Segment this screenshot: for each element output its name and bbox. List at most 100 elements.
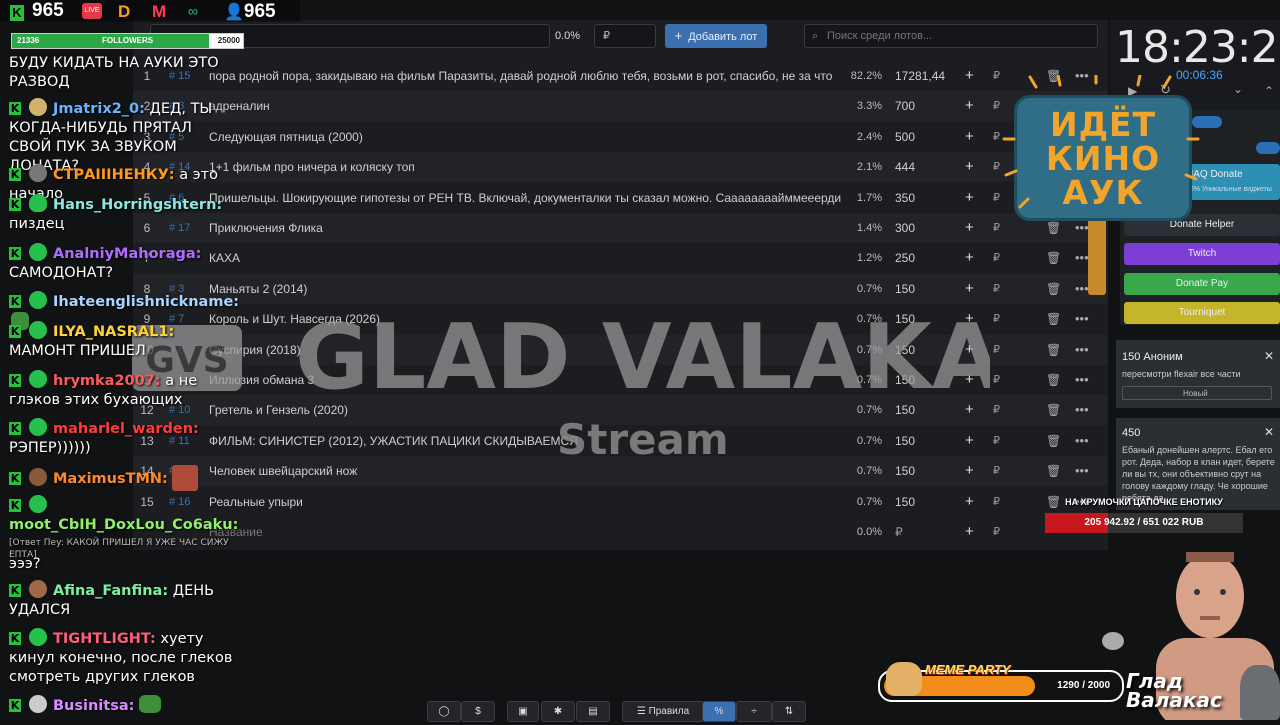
ruble-input-icon[interactable]: ₽ — [993, 335, 1000, 365]
kick-badge-icon: K — [9, 295, 21, 308]
close-icon[interactable]: ✕ — [1264, 349, 1274, 363]
lot-percent: 0.7% — [856, 465, 882, 478]
add-amount-plus-icon[interactable]: + — [965, 456, 977, 486]
ruble-input-icon[interactable]: ₽ — [993, 122, 1000, 152]
lot-name[interactable]: Приключения Флика — [209, 213, 843, 243]
ruble-input-icon[interactable]: ₽ — [993, 213, 1000, 243]
twitch-button[interactable]: Twitch — [1124, 243, 1280, 265]
more-options-icon[interactable]: ••• — [1075, 426, 1089, 456]
more-options-icon[interactable]: ••• — [1075, 274, 1089, 304]
delete-lot-icon[interactable]: 🗑 — [1046, 426, 1061, 456]
new-lot-plus-icon[interactable]: + — [965, 517, 977, 547]
amount-input[interactable]: ₽ — [594, 24, 656, 48]
more-options-icon[interactable]: ••• — [1075, 395, 1089, 425]
add-amount-plus-icon[interactable]: + — [965, 426, 977, 456]
lot-row: 3# 5Следующая пятница (2000)2.4%500+₽🗑••… — [133, 122, 1108, 152]
lot-search-input[interactable]: ⌕ Поиск среди лотов... — [804, 24, 1098, 48]
add-amount-plus-icon[interactable]: + — [965, 61, 977, 91]
ruble-input-icon[interactable]: ₽ — [993, 487, 1000, 517]
lot-percent: 1.2% — [856, 252, 882, 265]
chevron-down-icon[interactable]: ⌄ — [1233, 82, 1243, 96]
ruble-input-icon[interactable]: ₽ — [993, 304, 1000, 334]
ruble-input-icon[interactable]: ₽ — [993, 395, 1000, 425]
close-icon[interactable]: ✕ — [1264, 425, 1274, 439]
lot-name[interactable]: Пришельцы. Шокирующие гипотезы от РЕН ТВ… — [209, 183, 843, 213]
github-icon[interactable]: ◯ — [427, 701, 461, 722]
chat-message: Khrymka2007: а не глэков этих бухающих — [9, 370, 244, 410]
ruble-input-icon[interactable]: ₽ — [993, 456, 1000, 486]
add-amount-plus-icon[interactable]: + — [965, 487, 977, 517]
ruble-input-icon[interactable]: ₽ — [993, 152, 1000, 182]
lot-name[interactable]: ФИЛЬМ: СИНИСТЕР (2012), УЖАСТИК ПАЦИКИ С… — [209, 426, 843, 456]
dollar-icon[interactable]: $ — [461, 701, 495, 722]
toggle-switch[interactable] — [1256, 142, 1280, 154]
ruble-input-icon[interactable]: ₽ — [993, 426, 1000, 456]
add-amount-plus-icon[interactable]: + — [965, 213, 977, 243]
rules-button[interactable]: ☰ Правила — [622, 701, 704, 722]
ruble-input-icon[interactable]: ₽ — [993, 365, 1000, 395]
lot-row: 2# 3адреналин3.3%700+₽🗑••• — [133, 91, 1108, 122]
new-lot-name-input[interactable]: Название — [209, 517, 843, 547]
lot-name[interactable]: Человек швейцарский нож — [209, 456, 843, 486]
add-amount-plus-icon[interactable]: + — [965, 243, 977, 273]
ruble-input-icon[interactable]: ₽ — [993, 61, 1000, 91]
heart-badge-icon — [29, 243, 47, 261]
sort-icon[interactable]: ⇅ — [772, 701, 806, 722]
chevron-up-icon[interactable]: ⌃ — [1264, 84, 1274, 98]
lot-amount: 17281,44 — [895, 69, 946, 83]
delete-lot-icon[interactable]: 🗑 — [1046, 335, 1061, 365]
lot-row: 15 # 16 Реальные упыри 0.7% 150 + ₽ 🗑 ••• — [133, 487, 1108, 517]
add-amount-plus-icon[interactable]: + — [965, 183, 977, 213]
heart-badge-icon — [29, 628, 47, 646]
new-lot-amount-input[interactable]: ₽ — [895, 517, 965, 547]
more-options-icon[interactable]: ••• — [1075, 365, 1089, 395]
heart-badge-icon — [29, 194, 47, 212]
alert-text: пересмотри flexair все части — [1122, 369, 1241, 379]
archive-icon[interactable]: ▤ — [576, 701, 610, 722]
ruble-input-icon[interactable]: ₽ — [993, 183, 1000, 213]
add-lot-button[interactable]: + Добавить лот — [665, 24, 767, 48]
ruble-input-icon[interactable]: ₽ — [993, 91, 1000, 121]
delete-lot-icon[interactable]: 🗑 — [1046, 365, 1061, 395]
more-options-icon[interactable]: ••• — [1075, 456, 1089, 486]
lot-name[interactable]: Следующая пятница (2000) — [209, 122, 843, 152]
doge-icon — [886, 662, 922, 696]
delete-lot-icon[interactable]: 🗑 — [1046, 304, 1061, 334]
add-amount-plus-icon[interactable]: + — [965, 152, 977, 182]
lot-name[interactable]: КАХА — [209, 243, 843, 273]
kick-badge-icon: K — [9, 325, 21, 338]
donation-alerts-icon: D — [118, 2, 131, 21]
donate-pay-button[interactable]: Donate Pay — [1124, 273, 1280, 295]
lot-amount: 150 — [895, 494, 916, 509]
tourniquet-button[interactable]: Tourniquet — [1124, 302, 1280, 324]
percent-toggle[interactable]: % — [702, 701, 736, 722]
ruble-input-icon[interactable]: ₽ — [993, 243, 1000, 273]
delete-lot-icon[interactable]: 🗑 — [1046, 395, 1061, 425]
lot-name[interactable]: пора родной пора, закидываю на фильм Пар… — [209, 61, 843, 91]
alert-title: 450 — [1122, 427, 1141, 439]
delete-lot-icon[interactable]: 🗑 — [1046, 456, 1061, 486]
streamer-name: Глад Валакас — [1126, 669, 1222, 712]
ruble-input-icon[interactable]: ₽ — [993, 274, 1000, 304]
delete-lot-icon[interactable]: 🗑 — [1046, 274, 1061, 304]
add-amount-plus-icon[interactable]: + — [965, 91, 977, 121]
kick-badge-icon: K — [9, 247, 21, 260]
lot-name[interactable]: адреналин — [209, 91, 843, 121]
raccoon-image — [1240, 665, 1280, 720]
more-options-icon[interactable]: ••• — [1075, 243, 1089, 273]
lot-percent: 82.2% — [850, 70, 882, 82]
bug-icon[interactable]: ✱ — [541, 701, 575, 722]
more-options-icon[interactable]: ••• — [1075, 335, 1089, 365]
chat-message: Kmaharlel_warden: РЭПЕР)))))) — [9, 418, 244, 458]
lot-row: 7 # 2 КАХА 1.2% 250 + ₽ 🗑 ••• — [133, 243, 1108, 273]
lot-row: 5 # 6 Пришельцы. Шокирующие гипотезы от РЕ… — [133, 183, 1108, 213]
lot-name[interactable]: 1+1 фильм про ничера и коляску топ — [209, 152, 843, 182]
more-options-icon[interactable]: ••• — [1075, 304, 1089, 334]
divide-icon[interactable]: ÷ — [736, 701, 772, 722]
alert-status-select[interactable]: Новый — [1122, 386, 1272, 400]
delete-lot-icon[interactable]: 🗑 — [1046, 243, 1061, 273]
save-icon[interactable]: ▣ — [507, 701, 539, 722]
add-amount-plus-icon[interactable]: + — [965, 122, 977, 152]
alert-card: 150 Аноним ✕ пересмотри flexair все част… — [1116, 340, 1280, 408]
lot-name[interactable]: Реальные упыри — [209, 487, 843, 517]
